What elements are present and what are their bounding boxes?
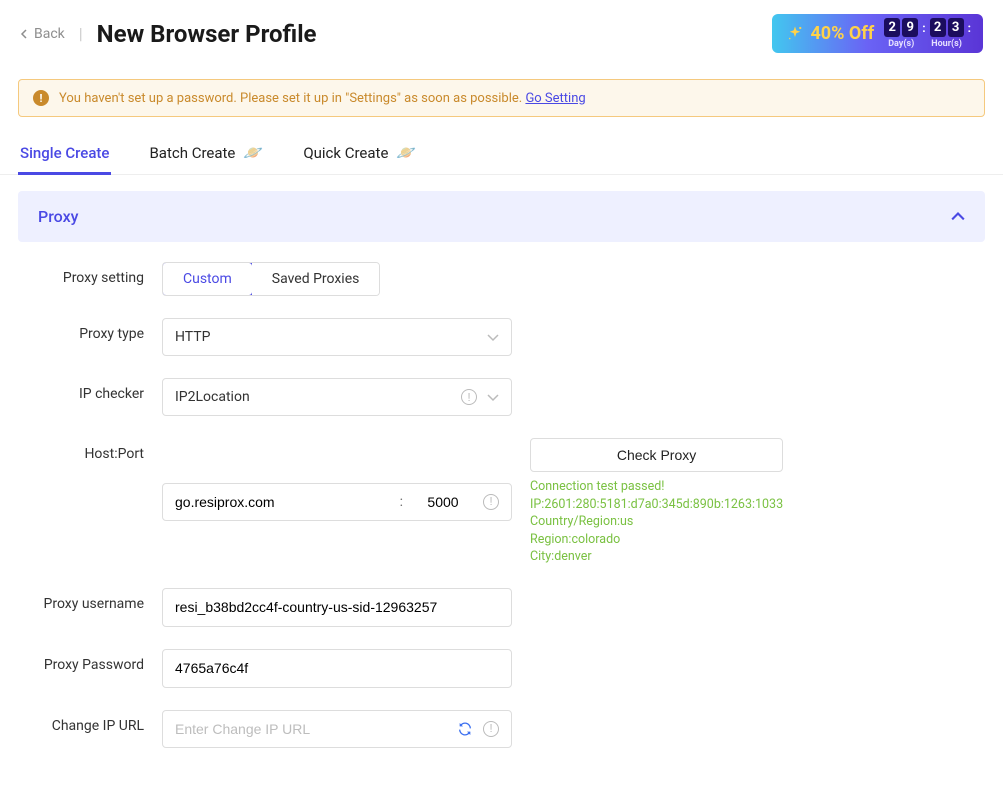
change-ip-field: ! <box>162 710 512 748</box>
row-proxy-setting: Proxy setting Custom Saved Proxies <box>22 262 981 296</box>
check-result-line1: Connection test passed! <box>530 478 783 496</box>
row-proxy-username: Proxy username <box>22 588 981 627</box>
tab-quick-label: Quick Create <box>303 144 388 162</box>
go-setting-link[interactable]: Go Setting <box>525 91 585 106</box>
check-result-line3: Country/Region:us <box>530 513 783 531</box>
hostport-field: : ! <box>162 483 512 521</box>
check-proxy-column: Check Proxy Connection test passed! IP:2… <box>530 438 783 566</box>
change-ip-input[interactable] <box>175 711 447 747</box>
check-proxy-button[interactable]: Check Proxy <box>530 438 783 472</box>
row-ip-checker: IP checker IP2Location ! <box>22 378 981 416</box>
check-proxy-result: Connection test passed! IP:2601:280:5181… <box>530 478 783 566</box>
check-result-line4: Region:colorado <box>530 531 783 549</box>
tab-quick-create[interactable]: Quick Create 🪐 <box>301 131 418 175</box>
info-icon: ! <box>483 721 499 737</box>
proxy-username-field <box>162 588 512 627</box>
host-input[interactable] <box>175 484 390 520</box>
header: Back | New Browser Profile 40% Off 2 9 D… <box>0 0 1003 67</box>
header-left: Back | New Browser Profile <box>20 20 317 48</box>
proxy-type-label: Proxy type <box>22 318 162 342</box>
chevron-down-icon <box>487 331 499 343</box>
chevron-up-icon <box>951 210 965 224</box>
proxy-type-value: HTTP <box>175 329 210 345</box>
ip-checker-value: IP2Location <box>175 389 250 405</box>
alert-text: You haven't set up a password. Please se… <box>59 91 586 106</box>
page-title: New Browser Profile <box>97 20 317 48</box>
back-button[interactable]: Back <box>20 26 65 42</box>
ip-checker-label: IP checker <box>22 378 162 402</box>
countdown-trailing-colon: : <box>968 18 971 35</box>
tab-single-label: Single Create <box>20 144 109 162</box>
proxy-username-label: Proxy username <box>22 588 162 612</box>
proxy-setting-label: Proxy setting <box>22 262 162 286</box>
chevron-down-icon <box>487 391 499 403</box>
password-alert: ! You haven't set up a password. Please … <box>18 79 985 117</box>
sparkle-icon <box>786 25 804 43</box>
hour-digit-1: 2 <box>930 18 946 37</box>
tab-batch-label: Batch Create <box>149 144 235 162</box>
proxy-panel-header[interactable]: Proxy <box>18 191 985 242</box>
ip-checker-select[interactable]: IP2Location ! <box>162 378 512 416</box>
info-icon: ! <box>483 494 499 510</box>
info-icon: ! <box>461 389 477 405</box>
countdown-colon: : <box>922 18 925 35</box>
promo-left: 40% Off <box>786 23 874 44</box>
days-label: Day(s) <box>888 39 914 49</box>
proxy-password-field <box>162 649 512 688</box>
countdown-days: 2 9 Day(s) <box>884 18 918 49</box>
day-digit-2: 9 <box>902 18 918 37</box>
change-ip-label: Change IP URL <box>22 710 162 734</box>
proxy-form: Proxy setting Custom Saved Proxies Proxy… <box>18 242 985 748</box>
promo-text: 40% Off <box>810 23 874 44</box>
saturn-icon: 🪐 <box>396 143 416 162</box>
alert-text-body: You haven't set up a password. Please se… <box>59 91 525 106</box>
proxy-password-input[interactable] <box>175 660 499 676</box>
hour-digit-2: 3 <box>948 18 964 37</box>
promo-banner[interactable]: 40% Off 2 9 Day(s) : 2 3 Hour(s) : <box>772 14 983 53</box>
proxy-type-select[interactable]: HTTP <box>162 318 512 356</box>
saturn-icon: 🪐 <box>243 143 263 162</box>
hostport-colon: : <box>400 494 403 510</box>
proxy-setting-custom[interactable]: Custom <box>162 262 253 296</box>
proxy-username-input[interactable] <box>175 599 499 615</box>
refresh-icon[interactable] <box>457 721 473 737</box>
day-digit-1: 2 <box>884 18 900 37</box>
row-proxy-type: Proxy type HTTP <box>22 318 981 356</box>
divider: | <box>79 24 83 43</box>
back-label: Back <box>34 26 65 42</box>
proxy-password-label: Proxy Password <box>22 649 162 673</box>
check-result-line5: City:denver <box>530 548 783 566</box>
hostport-label: Host:Port <box>22 438 162 462</box>
hours-label: Hour(s) <box>931 39 962 49</box>
content: Proxy Proxy setting Custom Saved Proxies… <box>0 175 1003 800</box>
row-proxy-password: Proxy Password <box>22 649 981 688</box>
chevron-left-icon <box>20 29 30 39</box>
proxy-setting-saved[interactable]: Saved Proxies <box>252 263 380 295</box>
proxy-setting-segmented: Custom Saved Proxies <box>162 262 380 296</box>
countdown: 2 9 Day(s) : 2 3 Hour(s) : <box>884 18 971 49</box>
tab-single-create[interactable]: Single Create <box>18 132 111 175</box>
panel-title: Proxy <box>38 207 78 226</box>
check-result-line2: IP:2601:280:5181:d7a0:345d:890b:1263:103… <box>530 496 783 514</box>
port-input[interactable] <box>413 484 473 520</box>
row-hostport: Host:Port : ! Check Proxy Connection tes… <box>22 438 981 566</box>
warning-icon: ! <box>33 90 49 106</box>
tab-batch-create[interactable]: Batch Create 🪐 <box>147 131 265 175</box>
create-tabs: Single Create Batch Create 🪐 Quick Creat… <box>0 131 1003 175</box>
row-change-ip-url: Change IP URL ! <box>22 710 981 748</box>
countdown-hours: 2 3 Hour(s) <box>930 18 964 49</box>
